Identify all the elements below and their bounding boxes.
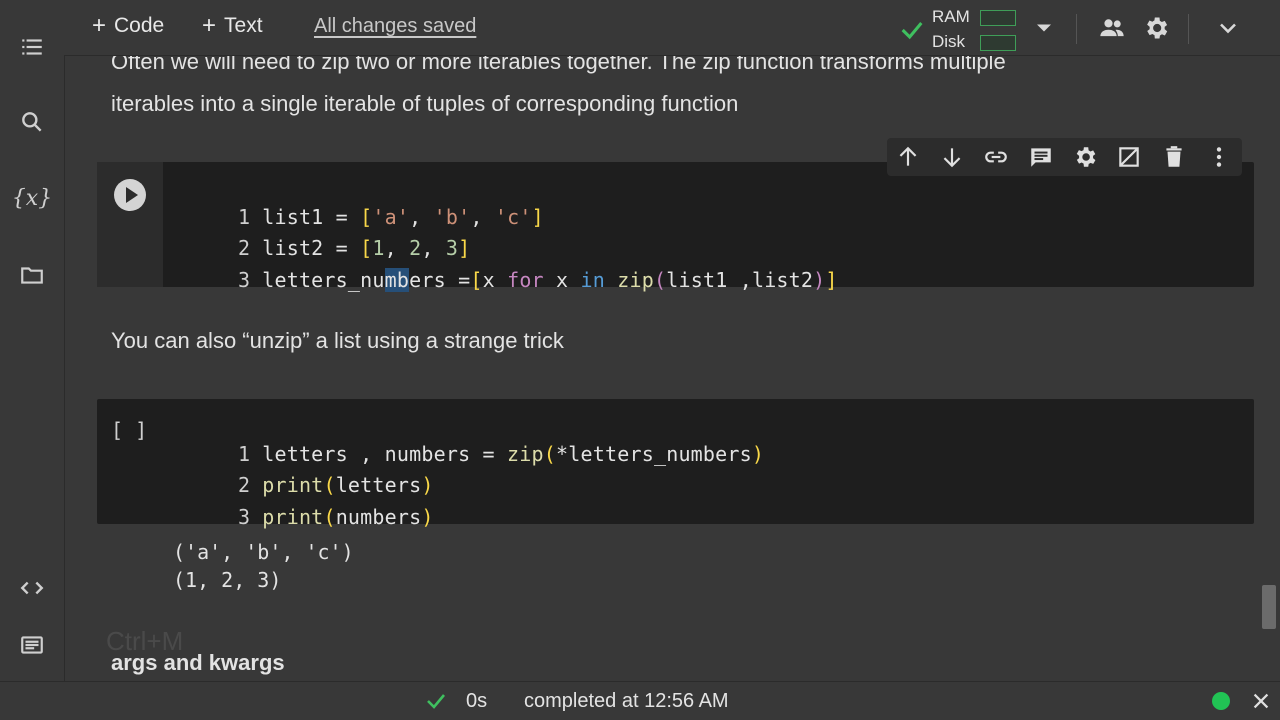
code-bracket: (	[543, 442, 557, 466]
code-function: zip	[507, 442, 544, 466]
add-text-label: Text	[224, 14, 263, 37]
output-line: ('a', 'b', 'c')	[173, 540, 354, 564]
scrollbar-thumb[interactable]	[1262, 585, 1276, 629]
code-string: 'c'	[494, 205, 532, 229]
menu-icon[interactable]	[14, 29, 50, 65]
ram-label: RAM	[932, 7, 970, 26]
code-text: ers =	[409, 268, 471, 292]
code-bracket: ]	[531, 205, 544, 229]
code-function: print	[262, 505, 324, 529]
code-keyword: in	[580, 268, 606, 292]
status-dot	[1212, 692, 1230, 710]
completed-status[interactable]: completed at 12:56 AM	[524, 690, 729, 713]
variables-icon[interactable]: {x}	[12, 180, 52, 216]
cell-toolbar	[887, 138, 1242, 176]
add-code-button[interactable]: + Code	[92, 14, 164, 38]
ram-bar	[980, 10, 1016, 26]
code-bracket: )	[751, 442, 765, 466]
delete-icon[interactable]	[1159, 142, 1189, 172]
code-snippets-icon[interactable]	[14, 570, 50, 606]
left-rail: {x}	[0, 0, 65, 682]
add-text-button[interactable]: + Text	[202, 14, 263, 38]
chevron-down-icon[interactable]	[1212, 12, 1244, 44]
play-icon[interactable]	[114, 179, 146, 211]
check-icon	[427, 694, 445, 709]
code-text: letters_nu	[262, 268, 385, 292]
line-number: 3	[237, 505, 251, 529]
disk-bar	[980, 35, 1016, 51]
dropdown-icon[interactable]	[1028, 12, 1060, 44]
code-function: zip	[617, 268, 655, 292]
code-bracket: )	[813, 268, 826, 292]
arrow-down-icon[interactable]	[937, 142, 967, 172]
line-number: 3	[237, 268, 251, 292]
disk-label: Disk	[932, 32, 966, 51]
markdown-line-2: iterables into a single iterable of tupl…	[111, 91, 739, 116]
resources-indicator[interactable]: RAM Disk	[894, 4, 1044, 52]
output-line: (1, 2, 3)	[173, 568, 282, 592]
plus-icon: +	[202, 12, 217, 39]
check-icon	[901, 22, 923, 40]
code-text: *letters_numbers	[556, 442, 752, 466]
divider	[1076, 14, 1077, 44]
code-text: ,	[470, 205, 495, 229]
markdown-text: You can also “unzip” a list using a stra…	[111, 328, 564, 353]
exec-time: 0s	[466, 690, 488, 712]
code-text: x	[543, 268, 581, 292]
arrow-up-icon[interactable]	[893, 142, 923, 172]
settings-icon[interactable]	[1140, 12, 1172, 44]
code-text: list1 ,list2	[666, 268, 814, 292]
cell-prompt[interactable]: [ ]	[111, 418, 147, 442]
save-status[interactable]: All changes saved	[314, 15, 476, 38]
folder-icon[interactable]	[14, 257, 50, 293]
code-text: numbers	[335, 505, 422, 529]
code-bracket: )	[421, 505, 434, 529]
code-keyword: for	[507, 268, 544, 292]
code-cell-2[interactable]: [ ] 1 letters , numbers = zip(*letters_nu…	[97, 399, 1254, 529]
link-icon[interactable]	[981, 142, 1011, 172]
code-text: x	[482, 268, 508, 292]
add-code-label: Code	[114, 14, 165, 37]
section-heading: args and kwargs	[111, 650, 285, 675]
code-bracket: (	[323, 505, 336, 529]
terminal-icon[interactable]	[14, 627, 50, 663]
more-vert-icon[interactable]	[1204, 142, 1234, 172]
code-bracket: [	[470, 268, 483, 292]
plus-icon: +	[92, 12, 107, 39]
code-bracket: ]	[825, 268, 838, 292]
status-bar: 0s completed at 12:56 AM	[0, 681, 1280, 720]
cell-settings-icon[interactable]	[1070, 142, 1100, 172]
search-icon[interactable]	[14, 104, 50, 140]
share-icon[interactable]	[1096, 12, 1128, 44]
code-bracket: (	[654, 268, 667, 292]
comment-icon[interactable]	[1026, 142, 1056, 172]
divider	[1188, 14, 1189, 44]
code-selection: mb	[384, 268, 410, 292]
toolbar: + Code + Text All changes saved RAM Disk	[64, 0, 1280, 56]
mirror-icon[interactable]	[1114, 142, 1144, 172]
code-cell-1[interactable]: 1 list1 = ['a', 'b', 'c'] 2 list2 = [1, 2,…	[97, 162, 1254, 292]
close-icon[interactable]	[1250, 690, 1272, 712]
code-line[interactable]: 3 letters_numbers =[x for x in zip(list1 …	[189, 244, 838, 316]
